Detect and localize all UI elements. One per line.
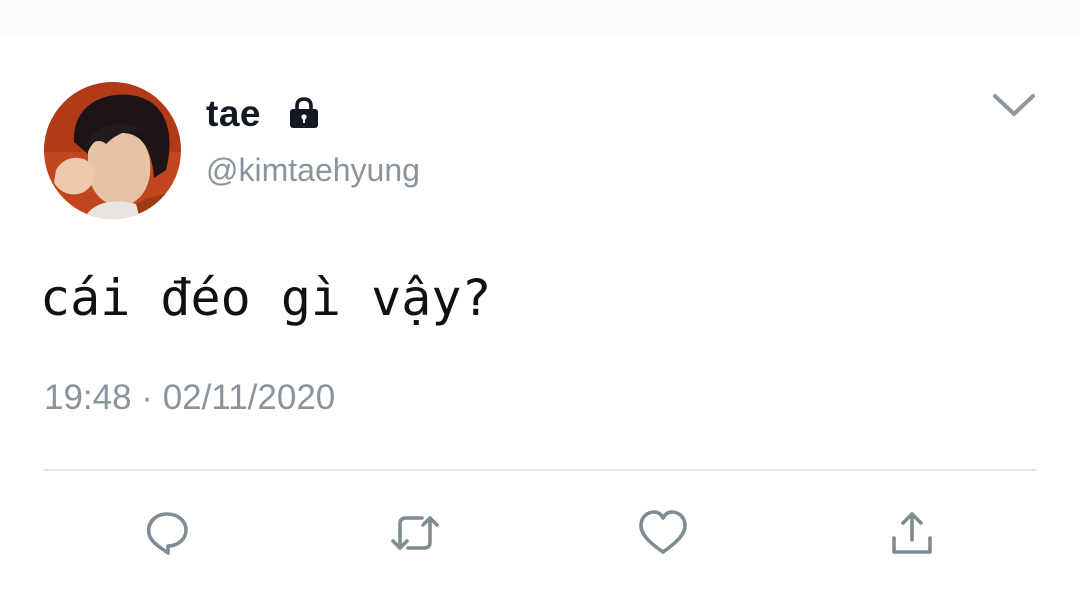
share-button[interactable] <box>885 508 939 558</box>
tweet-text: cái đéo gì vậy? <box>40 269 492 327</box>
heart-icon <box>639 510 687 554</box>
like-button[interactable] <box>636 508 690 558</box>
speech-bubble-icon <box>146 512 188 555</box>
lock-icon <box>290 97 318 128</box>
chevron-down-icon[interactable] <box>990 88 1038 122</box>
retweet-arrows-icon <box>391 516 439 550</box>
avatar[interactable] <box>44 82 181 219</box>
reply-button[interactable] <box>140 508 194 558</box>
divider <box>43 469 1037 471</box>
top-band <box>0 0 1080 36</box>
tweet-timestamp[interactable]: 19:48 · 02/11/2020 <box>44 377 335 419</box>
share-upload-icon <box>892 512 932 554</box>
author-handle[interactable]: @kimtaehyung <box>206 150 420 190</box>
display-name[interactable]: tae <box>206 93 261 135</box>
retweet-button[interactable] <box>388 508 442 558</box>
